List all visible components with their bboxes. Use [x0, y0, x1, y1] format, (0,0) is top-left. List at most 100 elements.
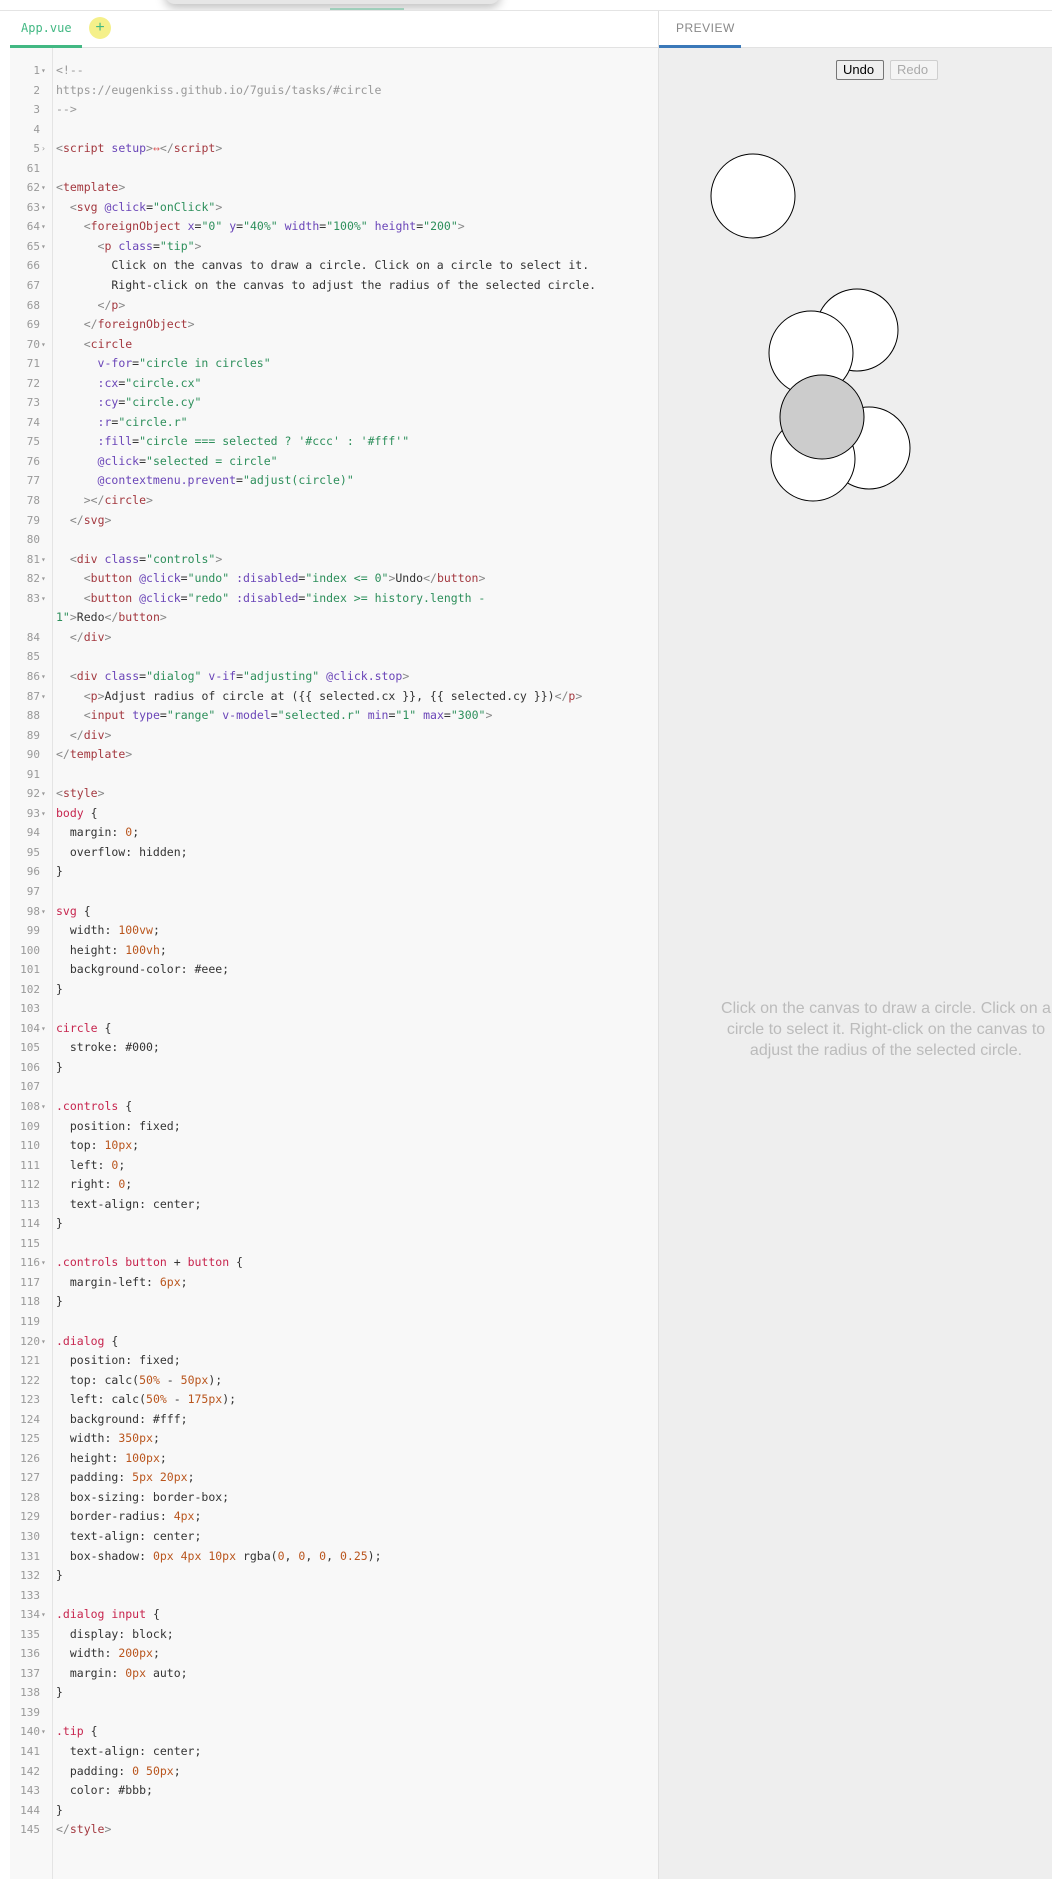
fold-open-icon[interactable]: ▾ [41, 178, 46, 198]
canvas-circle[interactable] [710, 153, 796, 239]
code-line: 3 --> [10, 100, 658, 120]
fold-open-icon[interactable]: ▾ [41, 589, 46, 609]
code-text: position: fixed; [56, 1353, 181, 1368]
line-number: 132 [20, 1569, 40, 1583]
line-number: 101 [20, 963, 40, 977]
fold-open-icon[interactable]: ▾ [41, 1097, 46, 1117]
add-file-button[interactable]: + [89, 17, 111, 39]
line-number: 90 [26, 748, 40, 762]
fold-open-icon[interactable]: ▾ [41, 550, 46, 570]
fold-open-icon[interactable]: ▾ [41, 1722, 46, 1742]
code-text: text-align: center; [56, 1529, 202, 1544]
fold-open-icon[interactable]: ▾ [41, 237, 46, 257]
line-number: 109 [20, 1119, 40, 1133]
code-text: text-align: center; [56, 1744, 202, 1759]
code-text: :cy="circle.cy" [97, 395, 202, 410]
code-editor[interactable]: App.vue + 1 ▾ <!-- 2 https://eugenkiss.githu… [10, 11, 658, 1879]
code-line: 80 [10, 530, 658, 550]
line-number: 81 [26, 552, 40, 566]
line-number: 86 [26, 669, 40, 683]
code-text: <button @click="redo" :disabled="index >… [83, 590, 486, 605]
fold-open-icon[interactable]: ▾ [41, 902, 46, 922]
fold-open-icon[interactable]: ▾ [41, 784, 46, 804]
line-number: 141 [20, 1745, 40, 1759]
line-number: 137 [20, 1666, 40, 1680]
code-line: 75 :fill="circle === selected ? '#ccc' :… [10, 432, 658, 452]
line-number: 130 [20, 1530, 40, 1544]
line-number: 128 [20, 1490, 40, 1504]
fold-open-icon[interactable]: ▾ [41, 217, 46, 237]
code-line: 138} [10, 1683, 658, 1703]
code-text: <!-- [56, 63, 84, 77]
code-text: text-align: center; [56, 1196, 202, 1211]
fold-open-icon[interactable]: ▾ [41, 687, 46, 707]
code-text: position: fixed; [56, 1118, 181, 1133]
fold-open-icon[interactable]: ▾ [41, 1253, 46, 1273]
code-text: box-shadow: 0px 4px 10px rgba(0, 0, 0, 0… [56, 1548, 382, 1563]
line-number: 115 [20, 1236, 40, 1250]
code-line: 90 </template> [10, 745, 658, 765]
code-line: 139 [10, 1703, 658, 1723]
code-line: 144} [10, 1801, 658, 1821]
code-text: left: 0; [56, 1157, 126, 1172]
code-text: <button @click="undo" :disabled="index <… [83, 571, 486, 586]
code-text: margin: 0px auto; [56, 1665, 188, 1680]
code-text: } [56, 1568, 63, 1583]
code-text: <template> [56, 180, 126, 195]
line-number: 87 [26, 689, 40, 703]
preview-header: PREVIEW [659, 11, 1052, 48]
code-text: } [56, 1216, 63, 1231]
undo-button[interactable]: Undo [836, 60, 884, 80]
line-number: 65 [26, 239, 40, 253]
line-number: 131 [20, 1549, 40, 1563]
code-line: 87 ▾ <p>Adjust radius of circle at ({{ se… [10, 687, 658, 707]
fold-open-icon[interactable]: ▾ [41, 569, 46, 589]
selected-circle[interactable] [779, 374, 865, 460]
line-number: 121 [20, 1354, 40, 1368]
line-number: 140 [20, 1725, 40, 1739]
line-number: 136 [20, 1647, 40, 1661]
code-text: height: 100vh; [56, 942, 167, 957]
line-number: 5 [33, 142, 40, 156]
line-number: 110 [20, 1139, 40, 1153]
line-number: 133 [20, 1588, 40, 1602]
code-line: 76 @click="selected = circle" [10, 452, 658, 472]
code-text: } [56, 864, 63, 879]
line-number: 79 [26, 513, 40, 527]
drawing-canvas[interactable] [659, 11, 1052, 1879]
code-line: 97 [10, 882, 658, 902]
fold-open-icon[interactable]: ▾ [41, 1605, 46, 1625]
code-line: 93 ▾ body { [10, 804, 658, 824]
fold-open-icon[interactable]: ▾ [41, 335, 46, 355]
line-number: 2 [33, 83, 40, 97]
code-line: 62 ▾ <template> [10, 178, 658, 198]
preview-pane: PREVIEW Undo Redo Click on the canvas to… [658, 11, 1052, 1879]
code-text: <script setup>↔</script> [56, 141, 223, 156]
preview-tab-label: PREVIEW [676, 21, 735, 35]
code-text: </svg> [69, 512, 112, 527]
code-line: 145 </style> [10, 1820, 658, 1840]
code-line: 116 ▾ .controls button + button { [10, 1253, 658, 1273]
fold-closed-icon[interactable]: › [41, 139, 46, 159]
code-line: 92 ▾ <style> [10, 784, 658, 804]
fold-open-icon[interactable]: ▾ [41, 1019, 46, 1039]
code-text: .controls { [56, 1098, 133, 1113]
fold-open-icon[interactable]: ▾ [41, 198, 46, 218]
code-line: 118} [10, 1292, 658, 1312]
code-text: right: 0; [56, 1177, 133, 1192]
fold-open-icon[interactable]: ▾ [41, 667, 46, 687]
code-line: 63 ▾ <svg @click="onClick"> [10, 198, 658, 218]
code-text: @contextmenu.prevent="adjust(circle)" [97, 473, 354, 488]
tab-preview[interactable]: PREVIEW [659, 11, 741, 48]
line-number: 119 [20, 1315, 40, 1328]
fold-open-icon[interactable]: ▾ [41, 804, 46, 824]
code-text: <foreignObject x="0" y="40%" width="100%… [83, 219, 465, 234]
code-line: 72 :cx="circle.cx" [10, 374, 658, 394]
redo-button[interactable]: Redo [890, 60, 938, 80]
fold-open-icon[interactable]: ▾ [41, 61, 46, 81]
code-area[interactable]: 1 ▾ <!-- 2 https://eugenkiss.github.io/7guis… [10, 61, 658, 1840]
fold-open-icon[interactable]: ▾ [41, 1332, 46, 1352]
line-number: 98 [26, 904, 40, 918]
line-number: 1 [33, 64, 40, 77]
tab-app-vue[interactable]: App.vue [10, 11, 82, 48]
